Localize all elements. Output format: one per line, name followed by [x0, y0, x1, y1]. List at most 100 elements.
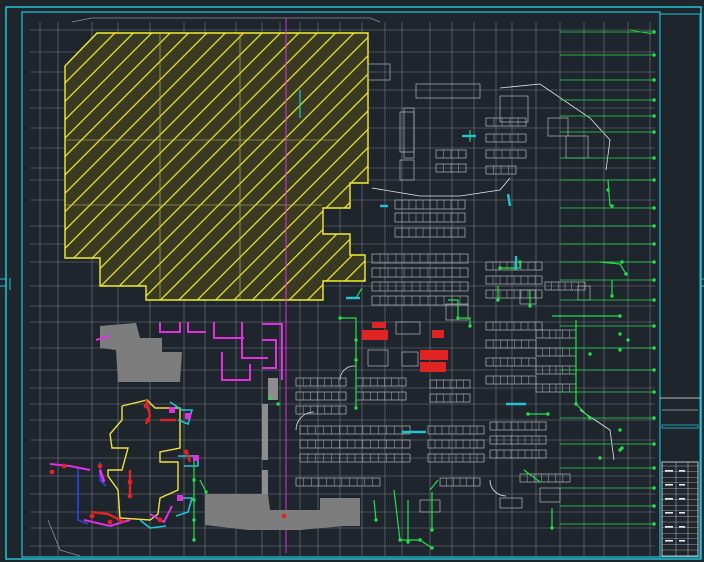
pipe-node	[498, 266, 502, 270]
pipe-node	[354, 406, 358, 410]
building-outline	[403, 107, 415, 159]
leader-end-marker	[652, 504, 656, 508]
leader-end-marker	[652, 260, 656, 264]
leader-end-marker	[652, 466, 656, 470]
leader-end-marker	[652, 178, 656, 182]
pipe-node	[276, 402, 280, 406]
building-outline	[547, 117, 569, 137]
red-valve-node	[97, 463, 103, 469]
pipe-node	[618, 428, 622, 432]
building-outline	[499, 497, 523, 509]
pipe-node	[406, 540, 410, 544]
red-valve-node	[143, 403, 149, 409]
pipe-node	[546, 412, 550, 416]
leader-end-marker	[652, 486, 656, 490]
cad-drawing-viewport[interactable]	[0, 0, 704, 562]
pipe-node	[626, 338, 630, 342]
leader-end-marker	[652, 522, 656, 526]
title-block-frame	[659, 13, 701, 558]
curved-road-outline	[295, 411, 315, 431]
red-valve-node	[49, 469, 55, 475]
curved-road-outline	[371, 177, 511, 197]
red-equipment-blocks	[362, 322, 448, 372]
pipe-node	[204, 490, 208, 494]
red-valve-node	[61, 463, 67, 469]
hatched-building-footprint	[64, 32, 369, 301]
leader-end-marker	[652, 278, 656, 282]
red-valve-node	[183, 449, 189, 455]
parking-row-frame	[485, 339, 537, 349]
parking-row-frame	[485, 133, 527, 143]
leader-end-marker	[652, 224, 656, 228]
curved-road-outline	[499, 83, 611, 171]
pipe-node	[468, 324, 472, 328]
pipe-node	[598, 456, 602, 460]
title-block-label-mark	[679, 540, 685, 542]
pipe-node	[374, 518, 378, 522]
title-block-label-mark	[665, 526, 673, 528]
pipe-node	[618, 348, 622, 352]
magenta-fixture	[193, 455, 199, 461]
parking-row-frame	[295, 405, 347, 415]
red-valve-node	[127, 493, 133, 499]
curved-road-outline	[489, 479, 507, 497]
parking-row-frame	[519, 473, 571, 483]
leader-end-marker	[652, 130, 656, 134]
leader-end-marker	[652, 416, 656, 420]
green-pipe-segment	[429, 479, 439, 491]
red-valve-node	[145, 417, 151, 423]
leader-end-marker	[652, 98, 656, 102]
red-valve-node	[281, 513, 287, 519]
pipe-node	[588, 352, 592, 356]
green-pipe-segment	[607, 179, 611, 207]
red-valve-node	[107, 519, 113, 525]
green-pipe-segment	[575, 320, 591, 419]
green-pipe-segment	[340, 317, 357, 408]
magenta-fixture	[185, 413, 191, 419]
red-valve-node	[157, 517, 163, 523]
leader-end-marker	[652, 346, 656, 350]
pipe-node	[430, 546, 434, 550]
pipe-node	[574, 402, 578, 406]
title-block-label-mark	[679, 484, 685, 486]
pipe-node	[192, 498, 196, 502]
title-block-label-mark	[665, 512, 673, 514]
parking-row-frame	[295, 477, 381, 487]
pipe-node	[398, 538, 402, 542]
title-block-label-mark	[679, 526, 685, 528]
red-valve-node	[89, 513, 95, 519]
title-block-label-mark	[665, 540, 673, 542]
leader-end-marker	[652, 156, 656, 160]
parking-row-frame	[485, 357, 537, 367]
parking-row-frame	[485, 375, 537, 385]
pipe-node	[418, 538, 422, 542]
grid-outline-top	[71, 17, 381, 23]
hatched-parking-strip	[262, 404, 268, 460]
pipe-node	[620, 446, 624, 450]
leader-end-marker	[652, 242, 656, 246]
gray-building-footprints	[100, 323, 360, 530]
cad-site-plan	[0, 6, 704, 560]
leader-end-marker	[652, 114, 656, 118]
leader-end-marker	[652, 53, 656, 57]
pipe-node	[624, 272, 628, 276]
title-block-label-mark	[665, 470, 673, 472]
title-block-label-mark	[679, 512, 685, 514]
building-outline	[401, 351, 419, 367]
leader-end-marker	[652, 30, 656, 34]
title-block-label-mark	[665, 484, 673, 486]
green-pipe-segment	[355, 287, 363, 299]
pipe-node	[618, 314, 622, 318]
pipe-node	[618, 332, 622, 336]
building-outline	[395, 321, 421, 335]
leader-end-marker	[652, 442, 656, 446]
yellow-boundary-outline	[107, 399, 181, 521]
leader-lines	[560, 29, 656, 526]
building-outline	[415, 83, 481, 99]
pipe-node	[192, 538, 196, 542]
cyan-pipe-segment	[506, 193, 512, 207]
building-outline	[539, 487, 561, 503]
title-block-label-mark	[679, 498, 685, 500]
magenta-fixture	[177, 495, 183, 501]
leader-end-marker	[652, 368, 656, 372]
